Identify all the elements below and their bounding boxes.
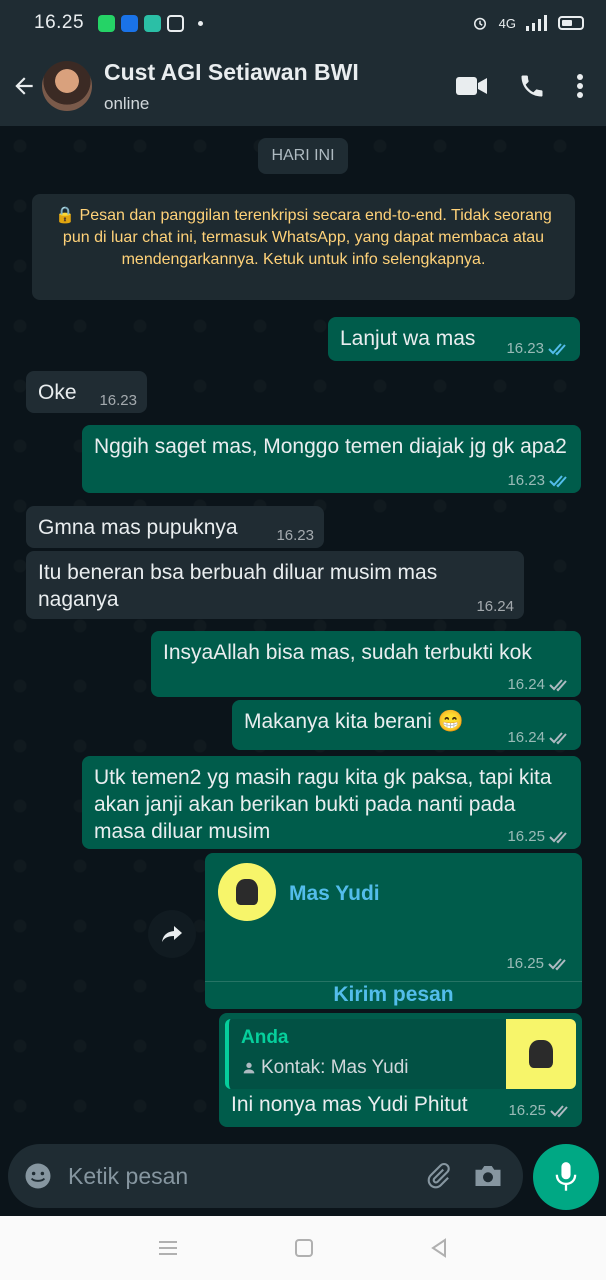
message-time: 16.23	[506, 340, 544, 357]
send-message-button[interactable]: Kirim pesan	[205, 981, 582, 1009]
message-meta: 16.23	[507, 473, 571, 488]
message-outgoing[interactable]: InsyaAllah bisa mas, sudah terbukti kok …	[151, 631, 581, 697]
message-text: Utk temen2 yg masih ragu kita gk paksa, …	[94, 766, 552, 843]
voice-call-icon[interactable]	[518, 72, 546, 100]
emoji-button[interactable]	[8, 1144, 68, 1208]
status-right: 4G	[471, 14, 584, 32]
signal-icon	[526, 15, 547, 31]
contact-card-face	[236, 879, 258, 905]
contact-card-message[interactable]: Mas Yudi 16.25 Kirim pesan	[205, 853, 582, 1009]
notification-dot	[198, 20, 204, 26]
double-check-icon	[549, 731, 567, 744]
double-check-read-icon	[548, 342, 566, 355]
message-meta: 16.24	[507, 677, 571, 692]
message-outgoing[interactable]: Nggih saget mas, Monggo temen diajak jg …	[82, 425, 581, 493]
battery-icon	[558, 16, 584, 30]
forward-icon	[162, 926, 182, 942]
message-meta: 16.25	[508, 1102, 572, 1119]
message-incoming[interactable]: Oke 16.23	[26, 371, 147, 413]
voice-record-button[interactable]	[533, 1144, 599, 1210]
status-bar: 16.25 4G	[0, 0, 606, 46]
message-incoming[interactable]: Itu beneran bsa berbuah diluar musim mas…	[26, 551, 524, 619]
contact-card-photo	[218, 863, 276, 921]
message-outgoing[interactable]: Makanya kita berani 😁 16.24	[232, 700, 581, 750]
message-text: Itu beneran bsa berbuah diluar musim mas…	[38, 561, 438, 611]
message-outgoing[interactable]: Lanjut wa mas 16.23	[328, 317, 580, 361]
emoji-icon	[25, 1163, 51, 1189]
message-meta: 16.23	[506, 341, 570, 356]
quote-text: Kontak: Mas Yudi	[261, 1057, 409, 1078]
microphone-icon	[555, 1162, 577, 1191]
contact-info[interactable]: Cust AGI Setiawan BWI online	[104, 59, 359, 114]
attach-button[interactable]	[413, 1144, 463, 1208]
double-check-icon	[550, 1104, 568, 1117]
message-time: 16.25	[506, 955, 544, 972]
chat-area[interactable]: HARI INI 🔒 Pesan dan panggilan terenkrip…	[0, 126, 606, 1216]
contact-card-meta: 16.25	[506, 955, 570, 972]
message-time: 16.24	[507, 729, 545, 746]
message-meta: 16.24	[476, 599, 514, 614]
message-time: 16.23	[99, 392, 137, 409]
back-button[interactable]	[2, 64, 46, 108]
quoted-message[interactable]: Anda Kontak: Mas Yudi	[225, 1019, 576, 1089]
message-text: InsyaAllah bisa mas, sudah terbukti kok	[163, 641, 532, 664]
message-time: 16.23	[507, 472, 545, 489]
app-blue-icon	[121, 14, 139, 32]
instagram-icon	[167, 14, 185, 32]
message-meta: 16.24	[507, 730, 571, 745]
header-actions	[456, 72, 606, 100]
video-call-icon[interactable]	[456, 75, 488, 97]
message-time: 16.25	[507, 828, 545, 845]
quote-thumbnail	[506, 1019, 576, 1089]
message-time: 16.23	[276, 527, 314, 544]
message-time: 16.24	[476, 598, 514, 615]
home-icon[interactable]	[294, 1238, 314, 1258]
chat-header: Cust AGI Setiawan BWI online	[0, 46, 606, 126]
more-options-icon[interactable]	[576, 73, 584, 99]
double-check-icon	[549, 830, 567, 843]
alarm-icon	[473, 17, 486, 30]
person-icon	[243, 1062, 255, 1074]
camera-icon	[475, 1166, 501, 1186]
date-chip: HARI INI	[258, 138, 348, 174]
back-nav-icon[interactable]	[429, 1238, 449, 1258]
double-check-icon	[549, 678, 567, 691]
message-text: Gmna mas pupuknya	[38, 516, 238, 539]
paperclip-icon	[427, 1162, 450, 1189]
message-input[interactable]	[68, 1162, 413, 1190]
system-nav-bar	[0, 1216, 606, 1280]
contact-avatar[interactable]	[42, 61, 92, 111]
message-composer	[8, 1144, 523, 1208]
quote-text-row: Kontak: Mas Yudi	[241, 1057, 409, 1079]
arrow-left-icon	[15, 77, 33, 95]
message-meta: 16.23	[276, 528, 314, 543]
message-incoming[interactable]: Gmna mas pupuknya 16.23	[26, 506, 324, 548]
contact-name: Cust AGI Setiawan BWI	[104, 58, 359, 85]
camera-button[interactable]	[463, 1144, 513, 1208]
quote-thumbnail-face	[529, 1040, 553, 1068]
quote-author: Anda	[241, 1027, 289, 1048]
message-meta: 16.23	[99, 393, 137, 408]
recent-apps-icon[interactable]	[157, 1239, 179, 1257]
network-label: 4G	[498, 15, 516, 31]
encryption-notice[interactable]: 🔒 Pesan dan panggilan terenkripsi secara…	[32, 194, 575, 300]
message-time: 16.24	[507, 676, 545, 693]
contact-status: online	[104, 93, 150, 113]
message-text: Nggih saget mas, Monggo temen diajak jg …	[94, 435, 567, 458]
message-meta: 16.25	[507, 829, 571, 844]
reply-message[interactable]: Anda Kontak: Mas Yudi Ini nonya mas Yudi…	[219, 1013, 582, 1127]
app-teal-icon	[144, 14, 162, 32]
double-check-read-icon	[549, 474, 567, 487]
message-outgoing[interactable]: Utk temen2 yg masih ragu kita gk paksa, …	[82, 756, 581, 849]
message-text: Ini nonya mas Yudi Phitut	[231, 1093, 468, 1116]
forward-button[interactable]	[148, 910, 196, 958]
contact-card-name[interactable]: Mas Yudi	[289, 882, 380, 906]
double-check-icon	[548, 957, 566, 970]
message-time: 16.25	[508, 1102, 546, 1119]
status-app-icons	[98, 14, 204, 32]
status-time: 16.25	[34, 12, 85, 33]
app-green-icon	[98, 14, 116, 32]
